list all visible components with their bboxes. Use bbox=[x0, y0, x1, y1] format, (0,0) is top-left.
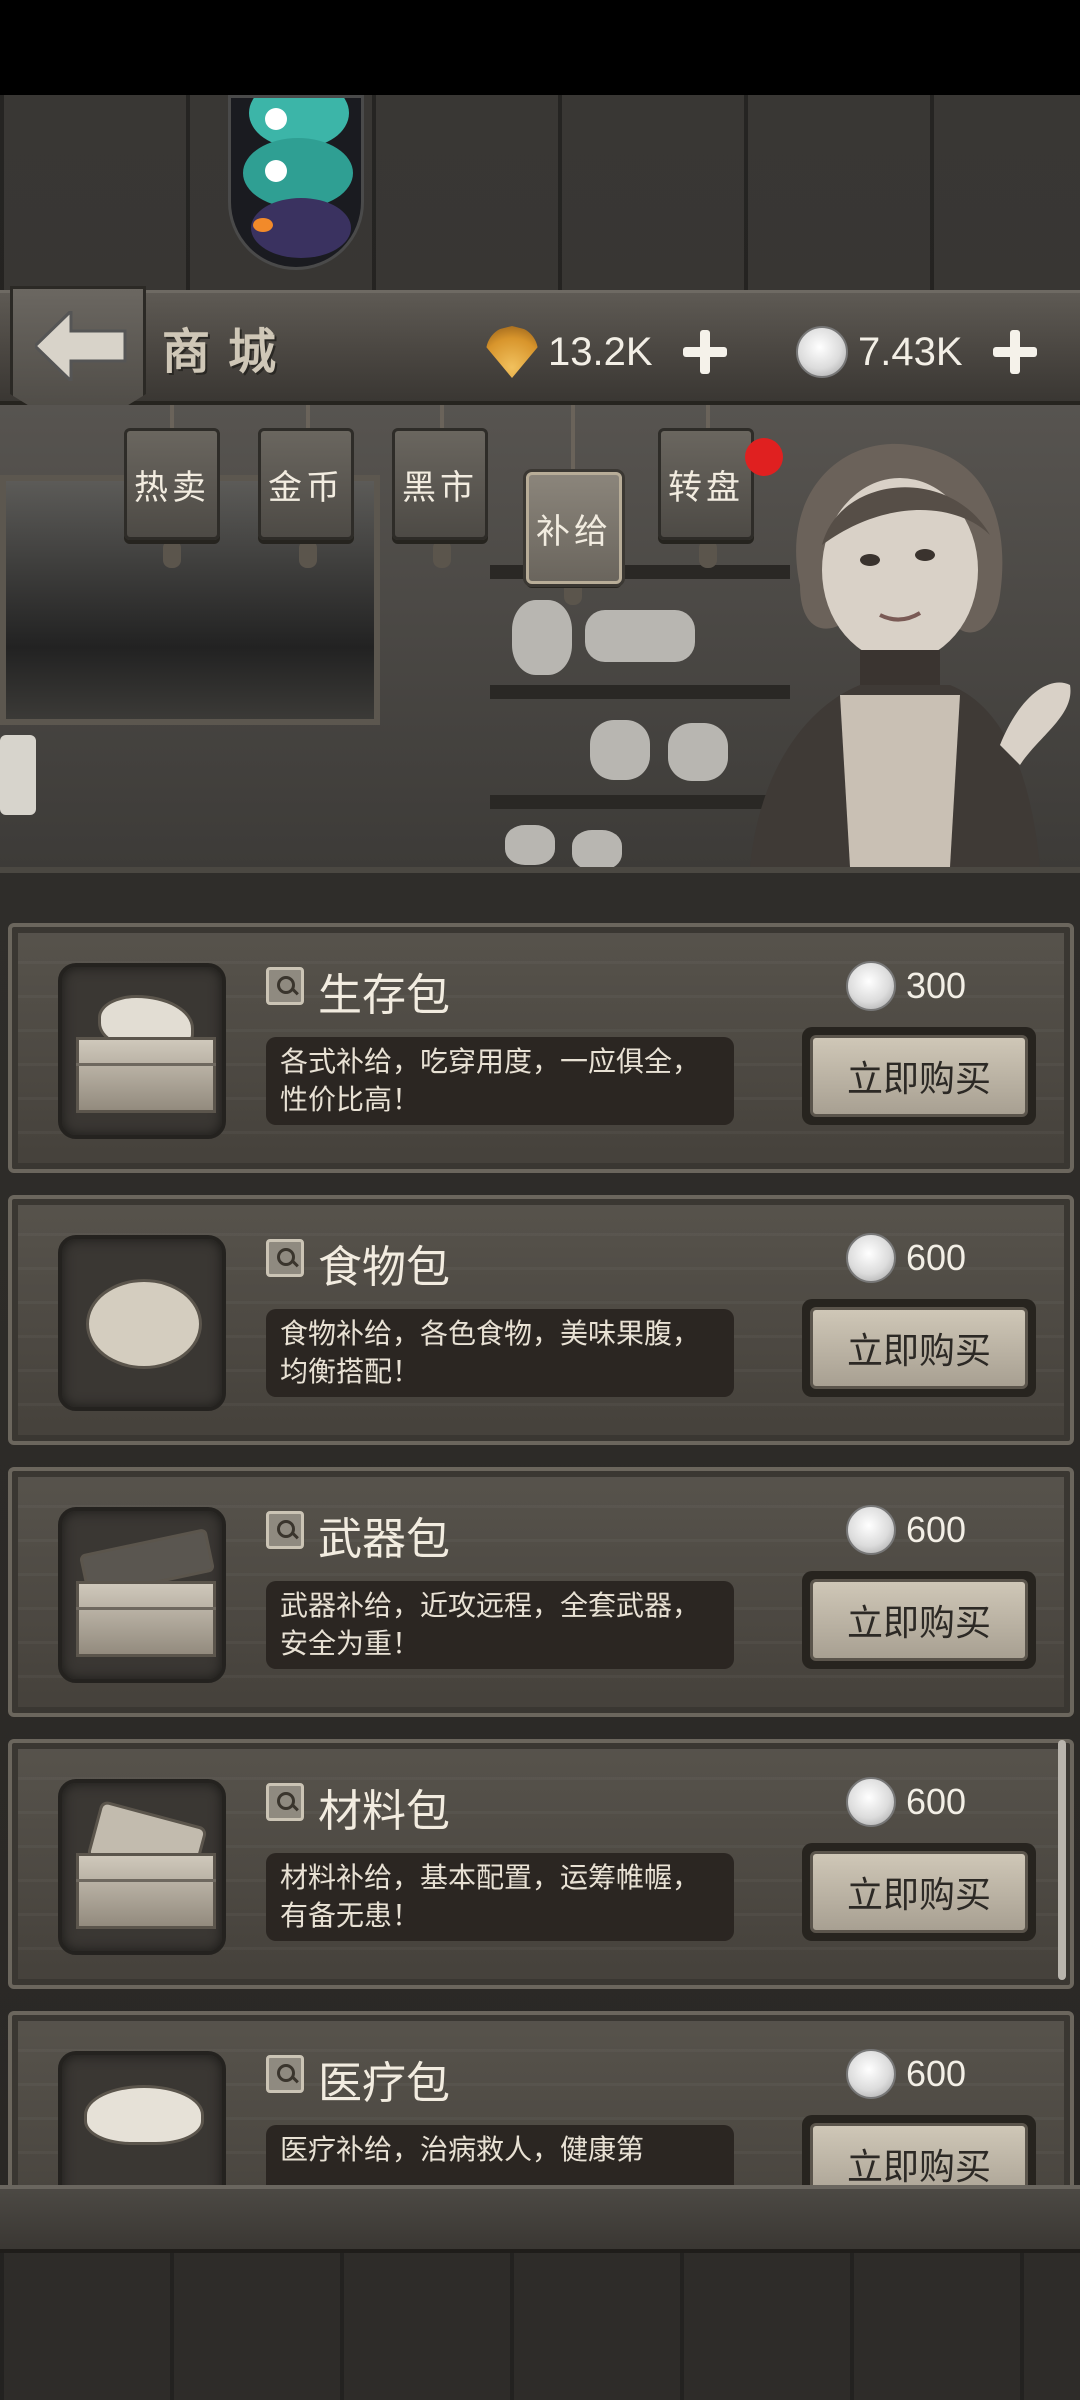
wood-floor bbox=[0, 2253, 1080, 2400]
list-item: 武器包 武器补给，近攻远程，全套武器，安全为重！ 600 立即购买 bbox=[8, 1467, 1074, 1717]
coin-currency: 7.43K bbox=[796, 322, 1043, 382]
tab-knot bbox=[433, 540, 451, 568]
tab-knot bbox=[299, 540, 317, 568]
back-arrow-icon bbox=[35, 311, 127, 381]
item-title: 材料包 bbox=[318, 1786, 450, 1837]
add-shells-button[interactable] bbox=[677, 324, 733, 380]
list-item: 食物包 食物补给，各色食物，美味果腹，均衡搭配！ 600 立即购买 bbox=[8, 1195, 1074, 1445]
price-value: 600 bbox=[906, 1781, 967, 1822]
price-value: 600 bbox=[906, 1237, 967, 1278]
item-price: 300 bbox=[846, 961, 966, 1011]
jar bbox=[590, 720, 650, 780]
item-title: 医疗包 bbox=[318, 2058, 450, 2109]
item-description: 各式补给，吃穿用度，一应俱全，性价比高！ bbox=[266, 1037, 734, 1125]
magnifier-icon[interactable] bbox=[266, 1239, 304, 1277]
survival-pack-icon bbox=[58, 963, 226, 1139]
list-item: 生存包 各式补给，吃穿用度，一应俱全，性价比高！ 300 立即购买 bbox=[8, 923, 1074, 1173]
add-coins-button[interactable] bbox=[987, 324, 1043, 380]
weapon-pack-icon bbox=[58, 1507, 226, 1683]
buy-button-label: 立即购买 bbox=[810, 1035, 1028, 1117]
item-title: 武器包 bbox=[318, 1514, 450, 1565]
item-description: 武器补给，近攻远程，全套武器，安全为重！ bbox=[266, 1581, 734, 1669]
jar bbox=[505, 825, 555, 865]
item-price: 600 bbox=[846, 2049, 966, 2099]
buy-button[interactable]: 立即购买 bbox=[802, 1299, 1036, 1397]
magnifier-icon[interactable] bbox=[266, 1511, 304, 1549]
coin-icon bbox=[846, 961, 896, 1011]
scrollbar[interactable] bbox=[1058, 1740, 1066, 1980]
monster-token[interactable] bbox=[228, 95, 364, 270]
jar bbox=[572, 830, 622, 867]
item-price: 600 bbox=[846, 1233, 966, 1283]
coin-icon bbox=[796, 326, 848, 378]
coin-icon bbox=[846, 2049, 896, 2099]
jar bbox=[585, 610, 695, 662]
list-item: 材料包 材料补给，基本配置，运筹帷幄，有备无患！ 600 立即购买 bbox=[8, 1739, 1074, 1989]
shop-item-list[interactable]: 生存包 各式补给，吃穿用度，一应俱全，性价比高！ 300 立即购买 食物包 食物… bbox=[0, 867, 1080, 2261]
buy-button[interactable]: 立即购买 bbox=[802, 1571, 1036, 1669]
magnifier-icon[interactable] bbox=[266, 967, 304, 1005]
price-value: 300 bbox=[906, 965, 967, 1006]
bottom-bar bbox=[0, 2185, 1080, 2253]
tab-gold[interactable]: 金币 bbox=[258, 428, 354, 540]
buy-button[interactable]: 立即购买 bbox=[802, 1027, 1036, 1125]
item-title: 生存包 bbox=[318, 970, 450, 1021]
item-price: 600 bbox=[846, 1777, 966, 1827]
price-value: 600 bbox=[906, 1509, 967, 1550]
tab-supply[interactable]: 补给 bbox=[526, 472, 622, 584]
shell-amount: 13.2K bbox=[548, 329, 653, 374]
jar bbox=[512, 600, 572, 675]
magnifier-icon[interactable] bbox=[266, 2055, 304, 2093]
item-description: 材料补给，基本配置，运筹帷幄，有备无患！ bbox=[266, 1853, 734, 1941]
item-title: 食物包 bbox=[318, 1242, 450, 1293]
status-bar bbox=[0, 0, 1080, 95]
candle bbox=[0, 735, 36, 815]
tab-knot bbox=[699, 540, 717, 568]
page-title: 商城 bbox=[162, 324, 295, 380]
notification-badge bbox=[745, 438, 783, 476]
item-price: 600 bbox=[846, 1505, 966, 1555]
tab-knot bbox=[163, 540, 181, 568]
coin-icon bbox=[846, 1505, 896, 1555]
rope bbox=[571, 405, 575, 480]
coin-amount: 7.43K bbox=[858, 329, 963, 374]
buy-button-label: 立即购买 bbox=[810, 1307, 1028, 1389]
shell-icon bbox=[486, 326, 538, 378]
tab-hot-sale[interactable]: 热卖 bbox=[124, 428, 220, 540]
price-value: 600 bbox=[906, 2053, 967, 2094]
food-pack-icon bbox=[58, 1235, 226, 1411]
material-pack-icon bbox=[58, 1779, 226, 1955]
tab-black-market[interactable]: 黑市 bbox=[392, 428, 488, 540]
coin-icon bbox=[846, 1777, 896, 1827]
buy-button-label: 立即购买 bbox=[810, 1851, 1028, 1933]
magnifier-icon[interactable] bbox=[266, 1783, 304, 1821]
buy-button-label: 立即购买 bbox=[810, 1579, 1028, 1661]
coin-icon bbox=[846, 1233, 896, 1283]
shell-currency: 13.2K bbox=[486, 322, 733, 382]
item-description: 食物补给，各色食物，美味果腹，均衡搭配！ bbox=[266, 1309, 734, 1397]
tab-wheel[interactable]: 转盘 bbox=[658, 428, 754, 540]
buy-button[interactable]: 立即购买 bbox=[802, 1843, 1036, 1941]
